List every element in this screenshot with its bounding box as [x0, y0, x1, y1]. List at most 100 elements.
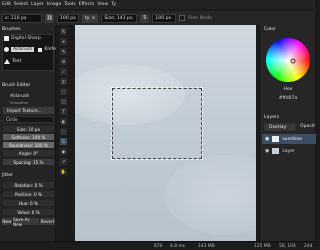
- tool-brush-icon[interactable]: ✎: [60, 48, 67, 55]
- menu-tools[interactable]: Tools: [64, 2, 75, 7]
- brush-subtitle: Smoother: [10, 100, 29, 105]
- document-tab[interactable]: ty ×: [82, 13, 99, 23]
- menu-extra[interactable]: Ty: [111, 2, 116, 7]
- menu-image[interactable]: Image: [47, 2, 61, 7]
- import-texture-button[interactable]: Import Texture...: [3, 107, 54, 114]
- jitter-header: Jitter: [2, 173, 13, 178]
- memory-used: 143 MB: [198, 244, 215, 249]
- brush-label: Airbrush: [11, 47, 35, 52]
- hex-value[interactable]: #ffd07a: [260, 96, 316, 101]
- hex-label: Hex: [283, 87, 293, 92]
- menu-select[interactable]: Select: [14, 2, 28, 7]
- brush-editor-header: Brush Editor: [2, 83, 31, 88]
- brushes-header: Brushes: [2, 27, 21, 32]
- save-as-new-button[interactable]: Save As New: [13, 217, 39, 227]
- spacing-slider[interactable]: Spacing: 15 %: [3, 159, 54, 165]
- size-field[interactable]: Size: 143 px: [101, 13, 138, 23]
- tool-gradient-icon[interactable]: ◐: [60, 118, 67, 125]
- layer-row-layer[interactable]: ◉ Layer: [262, 146, 316, 156]
- brush-icon: [4, 59, 10, 64]
- canvas-size: 244: [304, 244, 313, 249]
- size-slider[interactable]: Size: 10 px: [3, 126, 54, 132]
- canvas-cloud: [165, 155, 256, 235]
- memory-total: 125 MB: [254, 244, 271, 249]
- brush-item-digital-sharp[interactable]: Digital Sharp: [4, 36, 41, 41]
- menu-bar: Edit Select Layer Image Tools Effects Vi…: [0, 0, 315, 9]
- tool-transform-icon[interactable]: ↗: [60, 158, 67, 165]
- brush-icon: [4, 47, 9, 52]
- layer-thumbnail: [272, 136, 280, 142]
- tool-fill-icon[interactable]: ◫: [60, 78, 67, 85]
- width-value: 100 px: [60, 15, 76, 21]
- free-mode-checkbox[interactable]: [179, 15, 186, 21]
- tool-crop-icon[interactable]: ⬚: [60, 128, 67, 135]
- tool-shape-icon[interactable]: ◆: [60, 148, 67, 155]
- tool-text-icon[interactable]: T: [60, 108, 67, 115]
- selection-marquee[interactable]: [111, 87, 203, 160]
- menu-effects[interactable]: Effects: [79, 2, 95, 7]
- color-wheel[interactable]: [263, 35, 313, 85]
- brush-icon: [38, 47, 43, 52]
- document-tab-label: ty: [85, 15, 90, 21]
- height-field[interactable]: 100 px: [152, 13, 177, 23]
- tool-select-icon[interactable]: R: [60, 28, 67, 35]
- brush-label: Digital Sharp: [11, 36, 41, 41]
- tool-rect-icon[interactable]: ▢: [60, 98, 67, 105]
- hue-slider[interactable]: Hue: 0 %: [3, 200, 54, 206]
- brush-icon: [4, 36, 9, 41]
- blend-mode-select[interactable]: Overlay: [264, 123, 296, 131]
- height-value: 100 px: [155, 15, 172, 21]
- brush-item-text[interactable]: Text: [4, 59, 21, 64]
- link-icon[interactable]: ⛓: [45, 13, 54, 23]
- menu-view[interactable]: View: [97, 2, 108, 7]
- tool-smudge-icon[interactable]: S: [60, 138, 67, 145]
- pos-x-value: x: 110 px: [5, 15, 27, 21]
- eye-icon[interactable]: ◉: [265, 136, 269, 142]
- tool-options-bar: x: 110 px ⛓ 100 px ty × Size: 143 px S 1…: [0, 11, 315, 25]
- tool-line-icon[interactable]: ⟋: [60, 68, 67, 75]
- frame-time: 4.8 ms: [170, 244, 185, 249]
- color-header: Color: [264, 27, 276, 32]
- angle-slider[interactable]: Angle: 0°: [3, 150, 54, 156]
- close-icon[interactable]: ×: [92, 16, 96, 21]
- position-slider[interactable]: Position: 0 %: [3, 191, 54, 197]
- shape-select[interactable]: Circle: [3, 116, 54, 123]
- tool-eraser-icon[interactable]: ⊘: [60, 58, 67, 65]
- opacity-label: Opacit: [300, 124, 315, 129]
- cursor-coords: 56, 104: [279, 244, 296, 249]
- eye-icon[interactable]: ◉: [265, 148, 269, 154]
- swap-icon[interactable]: S: [140, 13, 150, 23]
- brush-item-airbrush[interactable]: Airbrush Knife: [4, 47, 56, 52]
- new-brush-button[interactable]: New: [2, 218, 12, 225]
- layer-thumbnail: [272, 148, 280, 154]
- value-slider[interactable]: Value: 0 %: [3, 209, 54, 215]
- menu-edit[interactable]: Edit: [2, 2, 11, 7]
- pointer-readout: 870: [154, 244, 163, 249]
- size-value: Size: 143 px: [104, 15, 133, 21]
- canvas[interactable]: [75, 25, 256, 241]
- left-panel: Brushes Digital Sharp Airbrush Knife Tex…: [0, 25, 56, 241]
- blend-mode-value: Overlay: [269, 125, 287, 130]
- softness-slider[interactable]: Softness: 100 %: [3, 134, 54, 140]
- tool-move-icon[interactable]: ⌖: [60, 38, 67, 45]
- brush-name: Airbrush: [10, 94, 30, 99]
- roundness-slider[interactable]: Roundness: 100 %: [3, 142, 54, 148]
- brush-label: Knife: [44, 47, 56, 52]
- tool-lasso-icon[interactable]: ◌: [60, 88, 67, 95]
- layer-name: sunshine: [282, 136, 303, 142]
- width-field[interactable]: 100 px: [57, 13, 79, 23]
- layers-header: Layers: [264, 115, 280, 120]
- status-bar: 870 4.8 ms 143 MB 125 MB 56, 104 244: [0, 241, 315, 250]
- rotation-slider[interactable]: Rotation: 0 %: [3, 182, 54, 188]
- layer-name: Layer: [282, 148, 295, 154]
- shape-value: Circle: [6, 117, 18, 122]
- right-panel: Color Hex #ffd07a Layers Overlay Opacit …: [259, 25, 316, 241]
- pos-x-field[interactable]: x: 110 px: [2, 13, 42, 23]
- layer-row-sunshine[interactable]: ◉ sunshine: [262, 134, 316, 144]
- free-mode-label: Free Mode: [188, 15, 213, 21]
- revert-button[interactable]: Revert: [40, 218, 55, 225]
- brush-label: Text: [12, 59, 22, 64]
- tool-hand-icon[interactable]: ✋: [60, 168, 67, 175]
- toolbox: R ⌖ ✎ ⊘ ⟋ ◫ ◌ ▢ T ◐ ⬚ S ◆ ↗ ✋: [57, 25, 70, 241]
- menu-layer[interactable]: Layer: [31, 2, 44, 7]
